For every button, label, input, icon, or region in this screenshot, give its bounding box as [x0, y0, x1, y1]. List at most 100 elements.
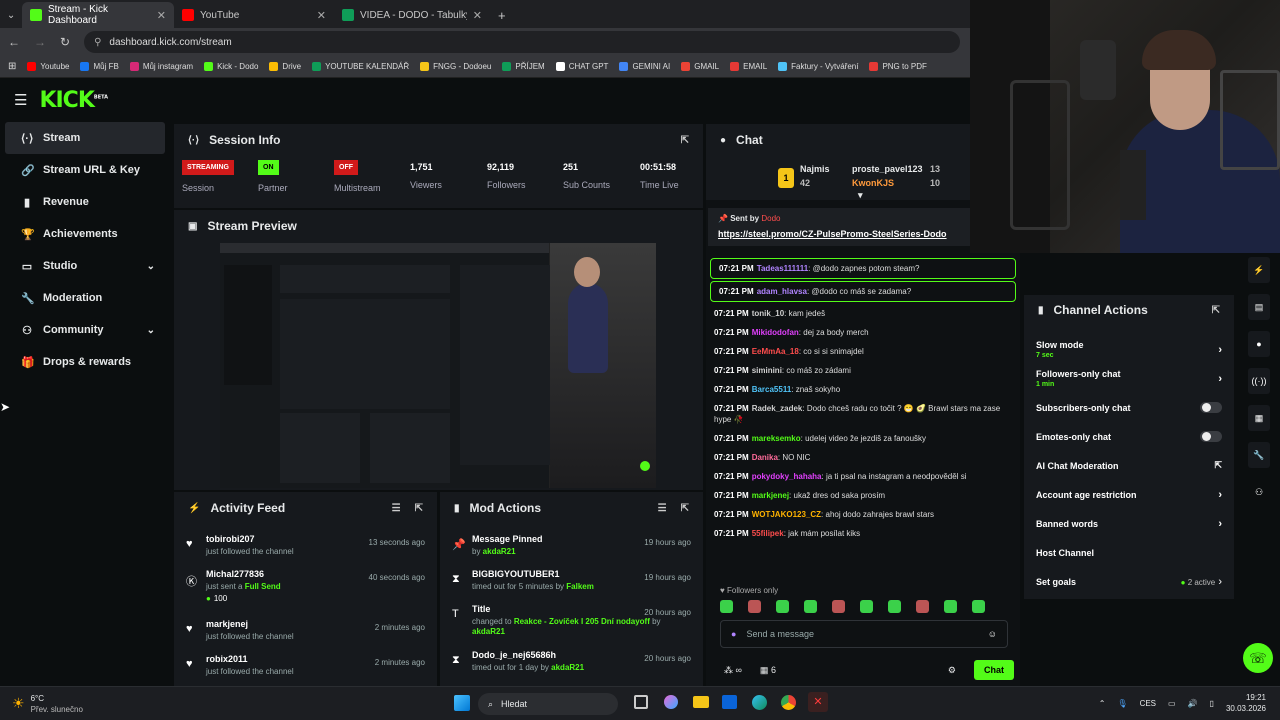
- bookmark-item[interactable]: EMAIL: [730, 62, 767, 71]
- chat-send-button[interactable]: Chat: [974, 660, 1014, 680]
- sidebar-item-studio[interactable]: ▭ Studio ⌄: [5, 250, 165, 282]
- emote-icon[interactable]: [860, 600, 873, 613]
- chrome-icon[interactable]: [781, 695, 796, 710]
- clock[interactable]: 19:21 30.03.2026: [1226, 692, 1266, 714]
- popout-icon[interactable]: ⇱: [415, 503, 423, 514]
- media-icon[interactable]: ▦: [1248, 405, 1270, 431]
- forward-icon[interactable]: →: [34, 35, 46, 49]
- url-input[interactable]: ⚲ dashboard.kick.com/stream: [84, 31, 960, 53]
- emote-icon[interactable]: [804, 600, 817, 613]
- tray-chevron-icon[interactable]: ⌃: [1099, 699, 1106, 708]
- chat-username[interactable]: Radek_zadek: [752, 404, 803, 413]
- document-icon[interactable]: ▤: [1248, 294, 1270, 320]
- chevron-down-icon[interactable]: ⌄: [147, 325, 155, 336]
- popout-icon[interactable]: ⇱: [681, 135, 689, 146]
- community-icon[interactable]: ⚇: [1248, 479, 1270, 505]
- channel-action-followers-only-chat[interactable]: Followers-only chat 1 min ›: [1024, 364, 1234, 393]
- chat-message[interactable]: 07:21 PM WOTJAKO123_CZ: ahoj dodo zahraje…: [706, 505, 1020, 524]
- sidebar-item-moderation[interactable]: 🔧 Moderation: [5, 282, 165, 314]
- chat-input[interactable]: ● Send a message ☺: [720, 620, 1008, 648]
- chevron-down-icon[interactable]: ⌄: [147, 261, 155, 272]
- channel-action-host-channel[interactable]: Host Channel: [1024, 538, 1234, 567]
- channel-action-ai-chat-moderation[interactable]: AI Chat Moderation ⇱: [1024, 451, 1234, 480]
- chat-message[interactable]: 07:21 PM 55filipek: jak mám posílat kiks: [706, 524, 1020, 543]
- chevron-right-icon[interactable]: ›: [1218, 518, 1222, 530]
- chat-message[interactable]: 07:21 PM Mikidodofan: dej za body merch: [706, 323, 1020, 342]
- chat-username[interactable]: Mikidodofan: [752, 328, 799, 337]
- sidebar-item-drops-rewards[interactable]: 🎁 Drops & rewards: [5, 346, 165, 378]
- bookmark-item[interactable]: PŘÍJEM: [502, 62, 545, 71]
- emote-icon[interactable]: [832, 600, 845, 613]
- bookmark-item[interactable]: FNGG - Dodoeu: [420, 62, 491, 71]
- bookmark-item[interactable]: Můj instagram: [129, 62, 193, 71]
- bookmark-item[interactable]: Kick - Dodo: [204, 62, 258, 71]
- channel-action-emotes-only-chat[interactable]: Emotes-only chat: [1024, 422, 1234, 451]
- chat-username[interactable]: siminini: [752, 366, 782, 375]
- emoji-icon[interactable]: ☺: [988, 629, 997, 639]
- filter-icon[interactable]: ☰: [392, 503, 401, 514]
- chevron-right-icon[interactable]: ›: [1218, 344, 1222, 356]
- toggle-switch[interactable]: [1200, 402, 1222, 413]
- tab-sheets[interactable]: VIDEA - DODO - Tabulky Googl... ✕: [334, 2, 490, 28]
- chat-username[interactable]: tonik_10: [752, 309, 784, 318]
- taskbar-search[interactable]: ⌕ Hledat: [478, 693, 618, 715]
- close-icon[interactable]: ✕: [157, 9, 166, 22]
- windows-start-icon[interactable]: [454, 695, 470, 711]
- sidebar-item-achievements[interactable]: 🏆 Achievements: [5, 218, 165, 250]
- mic-icon[interactable]: ●: [731, 629, 736, 639]
- chat-message[interactable]: 07:21 PM EeMmAa_18: co si si snimajdel: [706, 342, 1020, 361]
- stream-video[interactable]: [220, 243, 656, 488]
- file-explorer-icon[interactable]: [693, 696, 709, 708]
- back-icon[interactable]: ←: [8, 35, 20, 49]
- pinned-link[interactable]: https://steel.promo/CZ-PulsePromo-SteelS…: [718, 229, 1008, 239]
- tab-kick-dashboard[interactable]: Stream - Kick Dashboard ✕: [22, 2, 174, 28]
- chat-username[interactable]: adam_hlavsa: [757, 287, 807, 296]
- hamburger-menu-icon[interactable]: ☰: [14, 91, 27, 109]
- popout-icon[interactable]: ⇱: [681, 503, 689, 514]
- emote-icon[interactable]: [720, 600, 733, 613]
- chat-username[interactable]: mareksemko: [752, 434, 801, 443]
- collapse-icon[interactable]: ▾: [858, 190, 863, 201]
- copilot-icon[interactable]: [664, 695, 678, 709]
- channel-action-set-goals[interactable]: Set goals ● 2 active ›: [1024, 567, 1234, 596]
- chat-message[interactable]: 07:21 PM mareksemko: udelej video že jezd…: [706, 429, 1020, 448]
- emote-icon[interactable]: [916, 600, 929, 613]
- lightning-icon[interactable]: ⚡: [1248, 257, 1270, 283]
- emote-icon[interactable]: [748, 600, 761, 613]
- channel-action-account-age-restriction[interactable]: Account age restriction ›: [1024, 480, 1234, 509]
- chat-username[interactable]: pokydoky_hahaha: [752, 472, 822, 481]
- mic-tray-icon[interactable]: 🎙: [1117, 699, 1127, 708]
- edge-icon[interactable]: [752, 695, 767, 710]
- tab-youtube[interactable]: YouTube ✕: [174, 2, 334, 28]
- chevron-right-icon[interactable]: ›: [1218, 489, 1222, 501]
- chat-message[interactable]: 07:21 PM Danika: NO NIC: [706, 448, 1020, 467]
- chat-username[interactable]: WOTJAKO123_CZ: [752, 510, 821, 519]
- toggle-switch[interactable]: [1200, 431, 1222, 442]
- chat-message[interactable]: 07:21 PM Radek_zadek: Dodo chceš radu co …: [706, 399, 1020, 429]
- channel-action-slow-mode[interactable]: Slow mode 7 sec ›: [1024, 335, 1234, 364]
- bookmark-item[interactable]: GMAIL: [681, 62, 719, 71]
- chevron-right-icon[interactable]: ›: [1215, 576, 1222, 588]
- chat-message[interactable]: 07:21 PM adam_hlavsa: @dodo co máš se zad…: [710, 281, 1016, 302]
- channel-action-subscribers-only-chat[interactable]: Subscribers-only chat: [1024, 393, 1234, 422]
- new-tab-button[interactable]: +: [490, 2, 514, 28]
- chat-message[interactable]: 07:21 PM tonik_10: kam jedeš: [706, 304, 1020, 323]
- bookmark-item[interactable]: YOUTUBE KALENDÁŘ: [312, 62, 409, 71]
- chat-icon[interactable]: ●: [1248, 331, 1270, 357]
- site-info-icon[interactable]: ⚲: [94, 37, 101, 48]
- sidebar-item-revenue[interactable]: ▮ Revenue: [5, 186, 165, 218]
- bookmark-item[interactable]: Drive: [269, 62, 301, 71]
- sidebar-item-stream-url-key[interactable]: 🔗 Stream URL & Key: [5, 154, 165, 186]
- apps-grid-icon[interactable]: ⊞: [8, 61, 16, 72]
- chat-username[interactable]: Danika: [752, 453, 778, 462]
- chat-username[interactable]: EeMmAa_18: [752, 347, 799, 356]
- chat-username[interactable]: markjenej: [752, 491, 789, 500]
- popout-icon[interactable]: ⇱: [1212, 305, 1220, 316]
- settings-gear-icon[interactable]: ⚙: [948, 665, 956, 676]
- chevron-right-icon[interactable]: ›: [1218, 373, 1222, 385]
- emote-icon[interactable]: [888, 600, 901, 613]
- chat-message[interactable]: 07:21 PM pokydoky_hahaha: ja ti psal na i…: [706, 467, 1020, 486]
- tab-search-icon[interactable]: ⌄: [0, 2, 22, 28]
- infinity-icon[interactable]: ⁂ ∞: [724, 665, 742, 676]
- language-indicator[interactable]: CES: [1140, 699, 1156, 708]
